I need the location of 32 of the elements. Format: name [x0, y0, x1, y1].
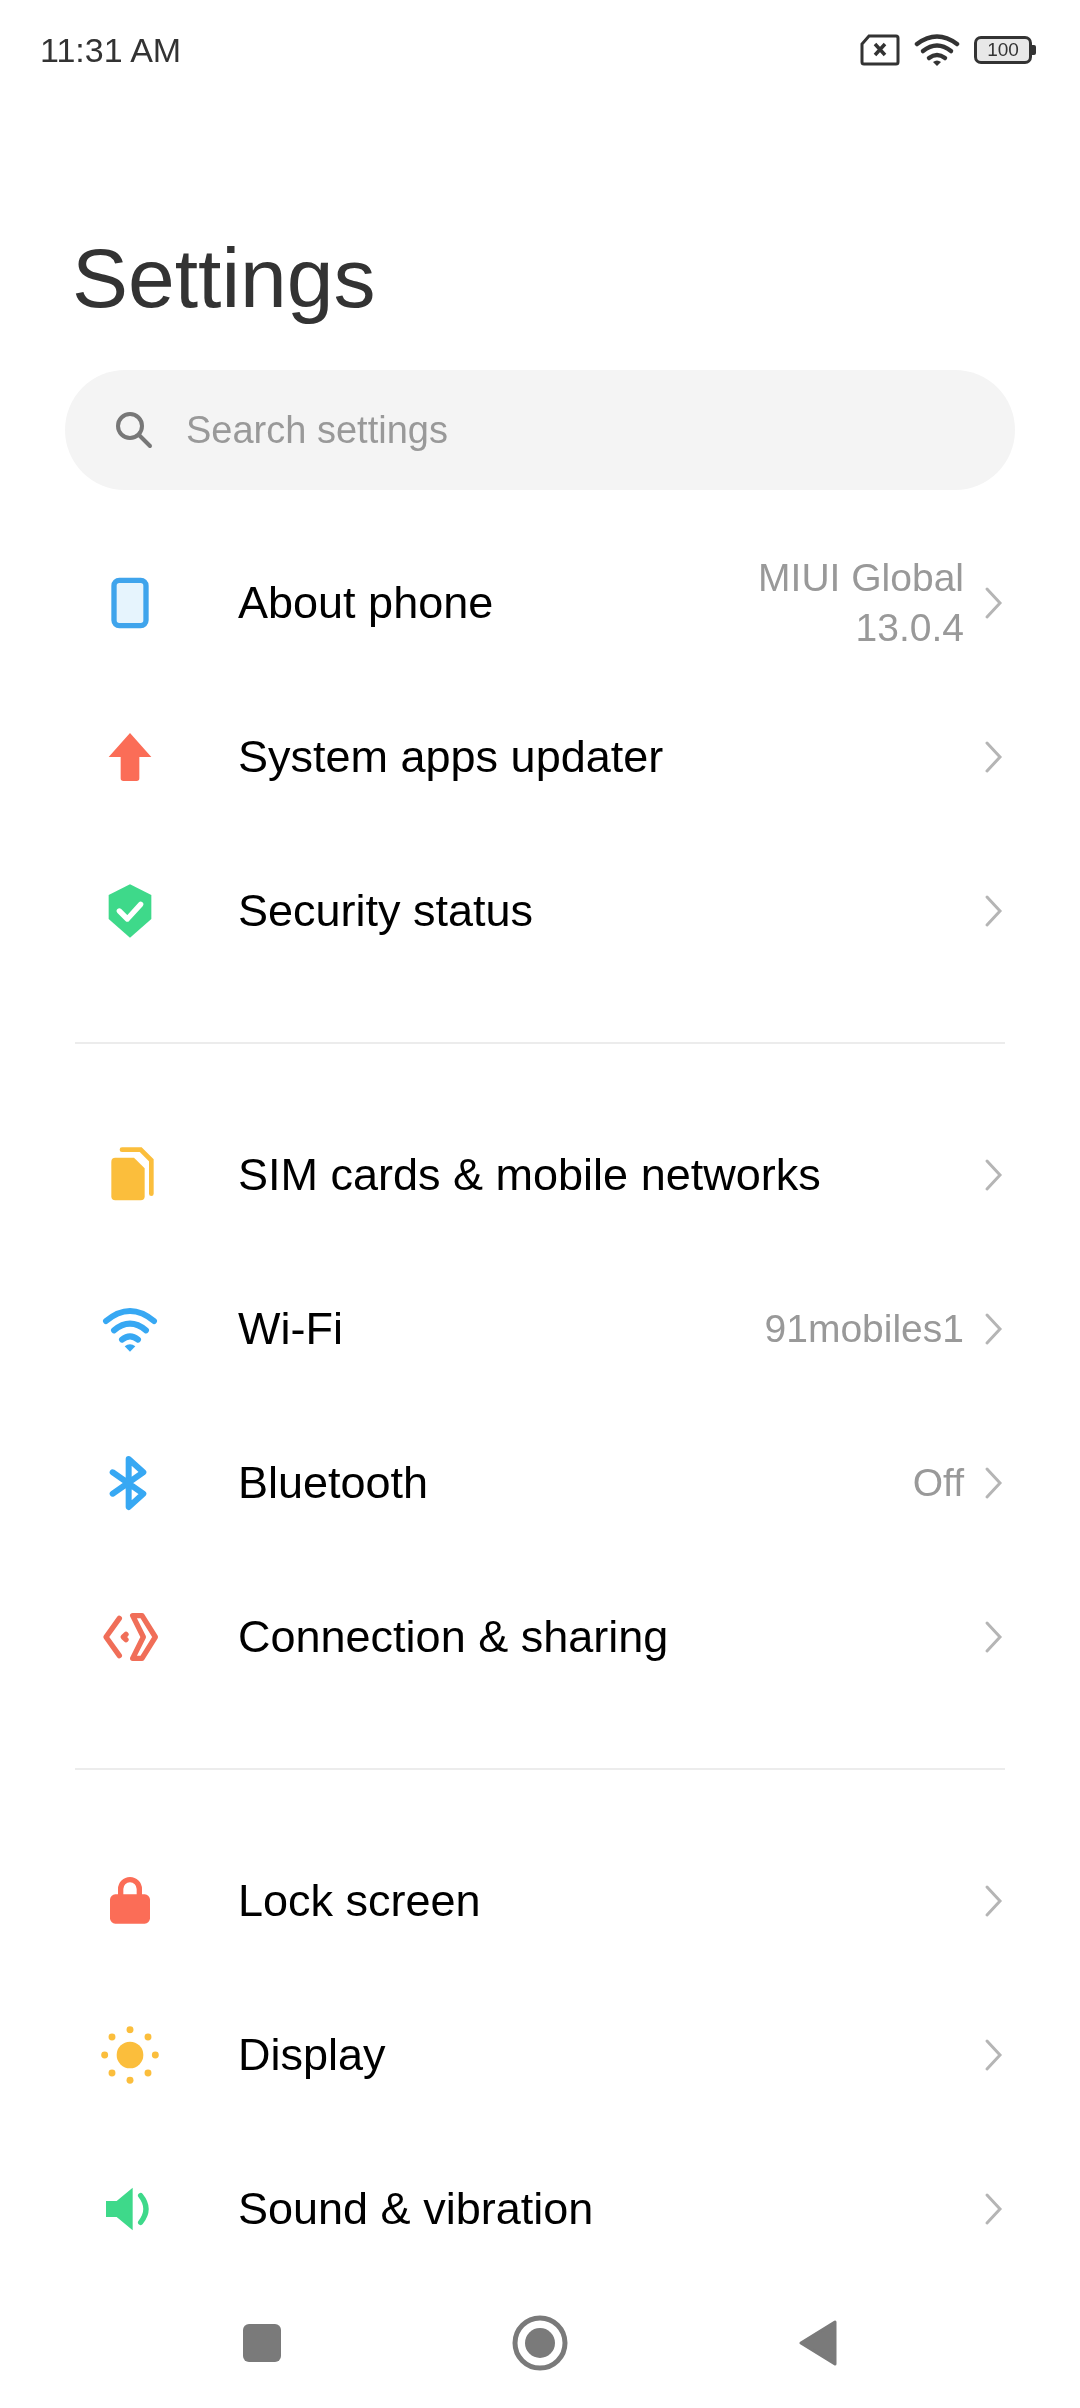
settings-item[interactable]: Lock screen [0, 1824, 1080, 1978]
item-label: Lock screen [238, 1875, 482, 1927]
home-icon[interactable] [512, 2315, 568, 2371]
item-label: About phone [238, 577, 495, 629]
settings-item[interactable]: Display [0, 1978, 1080, 2132]
item-label: Sound & vibration [238, 2183, 595, 2235]
settings-item[interactable]: Security status [0, 834, 1080, 988]
settings-item[interactable]: Bluetooth Off [0, 1406, 1080, 1560]
sun-icon [98, 2023, 162, 2087]
item-label: Bluetooth [238, 1457, 430, 1509]
settings-item[interactable]: Wi-Fi 91mobiles1 [0, 1252, 1080, 1406]
page-title: Settings [72, 230, 377, 327]
item-label: System apps updater [238, 731, 665, 783]
settings-item[interactable]: System apps updater [0, 680, 1080, 834]
status-time: 11:31 AM [40, 30, 182, 70]
settings-item[interactable]: Connection & sharing [0, 1560, 1080, 1714]
item-label: SIM cards & mobile networks [238, 1149, 822, 1201]
back-icon[interactable] [798, 2320, 838, 2366]
item-label: Connection & sharing [238, 1611, 670, 1663]
item-label: Security status [238, 885, 535, 937]
item-label: Display [238, 2029, 387, 2081]
settings-item[interactable]: SIM cards & mobile networks [0, 1098, 1080, 1252]
item-value: 91mobiles1 [764, 1306, 964, 1352]
settings-item[interactable]: Sound & vibration [0, 2132, 1080, 2278]
sim-error-icon [860, 34, 900, 66]
item-label: Wi-Fi [238, 1303, 344, 1355]
search-field[interactable]: Search settings [65, 370, 1015, 490]
settings-item[interactable]: About phone MIUI Global 13.0.4 [0, 526, 1080, 680]
wifi-icon [914, 33, 960, 67]
item-value: Off [912, 1460, 964, 1506]
recents-icon[interactable] [242, 2323, 282, 2363]
item-value: MIUI Global 13.0.4 [757, 555, 964, 651]
